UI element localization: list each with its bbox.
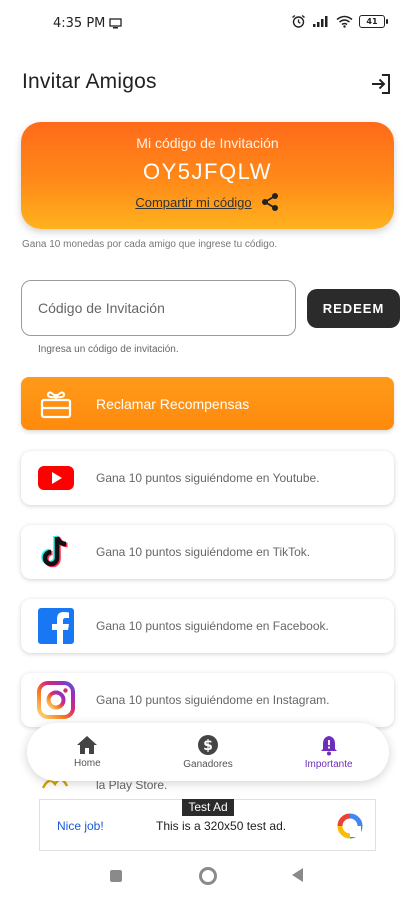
share-icon[interactable] <box>260 192 280 212</box>
invitation-code-input[interactable] <box>21 280 296 336</box>
home-button[interactable] <box>199 867 217 885</box>
tiktok-follow-text: Gana 10 puntos siguiéndome en TikTok. <box>96 545 311 559</box>
nav-ganadores[interactable]: $ Ganadores <box>158 734 258 770</box>
nav-home-label: Home <box>73 758 101 769</box>
tiktok-icon <box>36 532 76 572</box>
logout-button[interactable] <box>367 70 395 98</box>
share-code-link[interactable]: Compartir mi código <box>135 195 251 210</box>
bottom-navigation: Home $ Ganadores Importante <box>27 723 389 781</box>
gift-icon <box>38 389 74 419</box>
status-time-group: 4:35 PM <box>53 16 123 31</box>
youtube-icon <box>36 458 76 498</box>
claim-rewards-label: Reclamar Recompensas <box>96 395 250 412</box>
instagram-follow-card[interactable]: Gana 10 puntos siguiéndome en Instagram. <box>21 673 394 727</box>
battery-icon: 41 <box>359 15 388 28</box>
screen-cast-icon <box>109 18 123 29</box>
invite-friends-screen: 4:35 PM 41 Invitar Amigos Mi código de I… <box>0 0 415 900</box>
nav-ganadores-label: Ganadores <box>183 759 233 770</box>
home-icon <box>77 736 98 754</box>
alarm-icon <box>292 14 305 28</box>
ad-logo-icon <box>337 813 363 839</box>
ad-nice-job-text: Nice job! <box>57 819 104 833</box>
invite-hint-text: Gana 10 monedas por cada amigo que ingre… <box>22 239 278 250</box>
nav-importante-label: Importante <box>304 759 353 770</box>
invite-code-label: Mi código de Invitación <box>136 135 279 151</box>
invite-code-card: Mi código de Invitación OY5JFQLW Compart… <box>21 122 394 229</box>
facebook-follow-card[interactable]: Gana 10 puntos siguiéndome en Facebook. <box>21 599 394 653</box>
back-button[interactable] <box>292 868 303 882</box>
logout-icon <box>372 74 390 94</box>
svg-text:$: $ <box>203 738 213 754</box>
test-ad-badge: Test Ad <box>182 799 234 816</box>
nav-importante[interactable]: Importante <box>279 734 379 770</box>
invite-code-value: OY5JFQLW <box>143 159 272 184</box>
claim-rewards-button[interactable]: Reclamar Recompensas <box>21 377 394 430</box>
instagram-icon <box>36 680 76 720</box>
dollar-icon: $ <box>197 735 218 755</box>
wifi-icon <box>336 15 353 28</box>
ad-body-text: This is a 320x50 test ad. <box>156 819 287 833</box>
bell-icon <box>320 736 337 756</box>
nav-home[interactable]: Home <box>37 735 137 769</box>
share-code-button[interactable]: Compartir mi código <box>21 192 394 212</box>
status-bar: 4:35 PM 41 <box>0 0 415 46</box>
tiktok-follow-card[interactable]: Gana 10 puntos siguiéndome en TikTok. <box>21 525 394 579</box>
system-navigation-bar <box>0 852 415 900</box>
youtube-follow-card[interactable]: Gana 10 puntos siguiéndome en Youtube. <box>21 451 394 505</box>
status-time: 4:35 PM <box>53 16 106 31</box>
redeem-button[interactable]: REDEEM <box>307 289 400 328</box>
redeem-hint-text: Ingresa un código de invitación. <box>38 344 179 355</box>
instagram-follow-text: Gana 10 puntos siguiéndome en Instagram. <box>96 693 330 707</box>
facebook-icon <box>36 606 76 646</box>
status-icons: 41 <box>291 14 388 29</box>
youtube-follow-text: Gana 10 puntos siguiéndome en Youtube. <box>96 471 320 485</box>
recents-button[interactable] <box>110 870 122 882</box>
signal-icon <box>313 16 328 27</box>
facebook-follow-text: Gana 10 puntos siguiéndome en Facebook. <box>96 619 329 633</box>
page-title: Invitar Amigos <box>22 70 157 93</box>
